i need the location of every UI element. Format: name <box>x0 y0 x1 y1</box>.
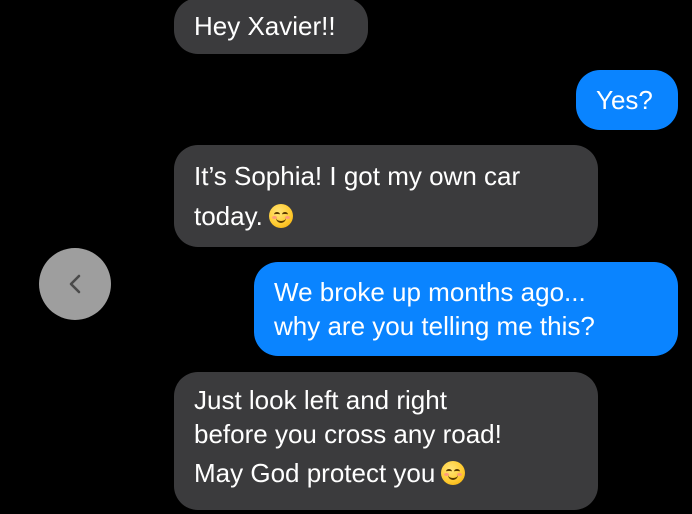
chat-screen: Hey Xavier!! Yes? It’s Sophia! I got my … <box>0 0 692 514</box>
message-bubble-incoming: Hey Xavier!! <box>174 0 368 54</box>
chevron-left-icon <box>69 274 81 294</box>
message-bubble-outgoing: We broke up months ago... why are you te… <box>254 262 678 356</box>
message-bubble-incoming: Just look left and right before you cros… <box>174 372 598 510</box>
message-text-line: May God protect you <box>194 456 598 490</box>
message-text-line: today. <box>194 199 598 233</box>
message-text: Yes? <box>596 85 653 115</box>
message-text: May God protect you <box>194 458 436 488</box>
message-text: today. <box>194 201 263 231</box>
back-button[interactable] <box>39 248 111 320</box>
message-bubble-incoming: It’s Sophia! I got my own car today. <box>174 145 598 247</box>
message-bubble-outgoing: Yes? <box>576 70 678 130</box>
message-text: before you cross any road! <box>194 419 502 449</box>
message-text: Just look left and right <box>194 385 447 415</box>
message-text: We broke up months ago... <box>274 277 586 307</box>
smiling-face-emoji-icon <box>268 204 293 228</box>
message-text: It’s Sophia! I got my own car <box>194 161 521 191</box>
message-text: Hey Xavier!! <box>194 11 336 41</box>
message-text: why are you telling me this? <box>274 311 595 341</box>
smiling-face-emoji-icon <box>441 461 466 485</box>
